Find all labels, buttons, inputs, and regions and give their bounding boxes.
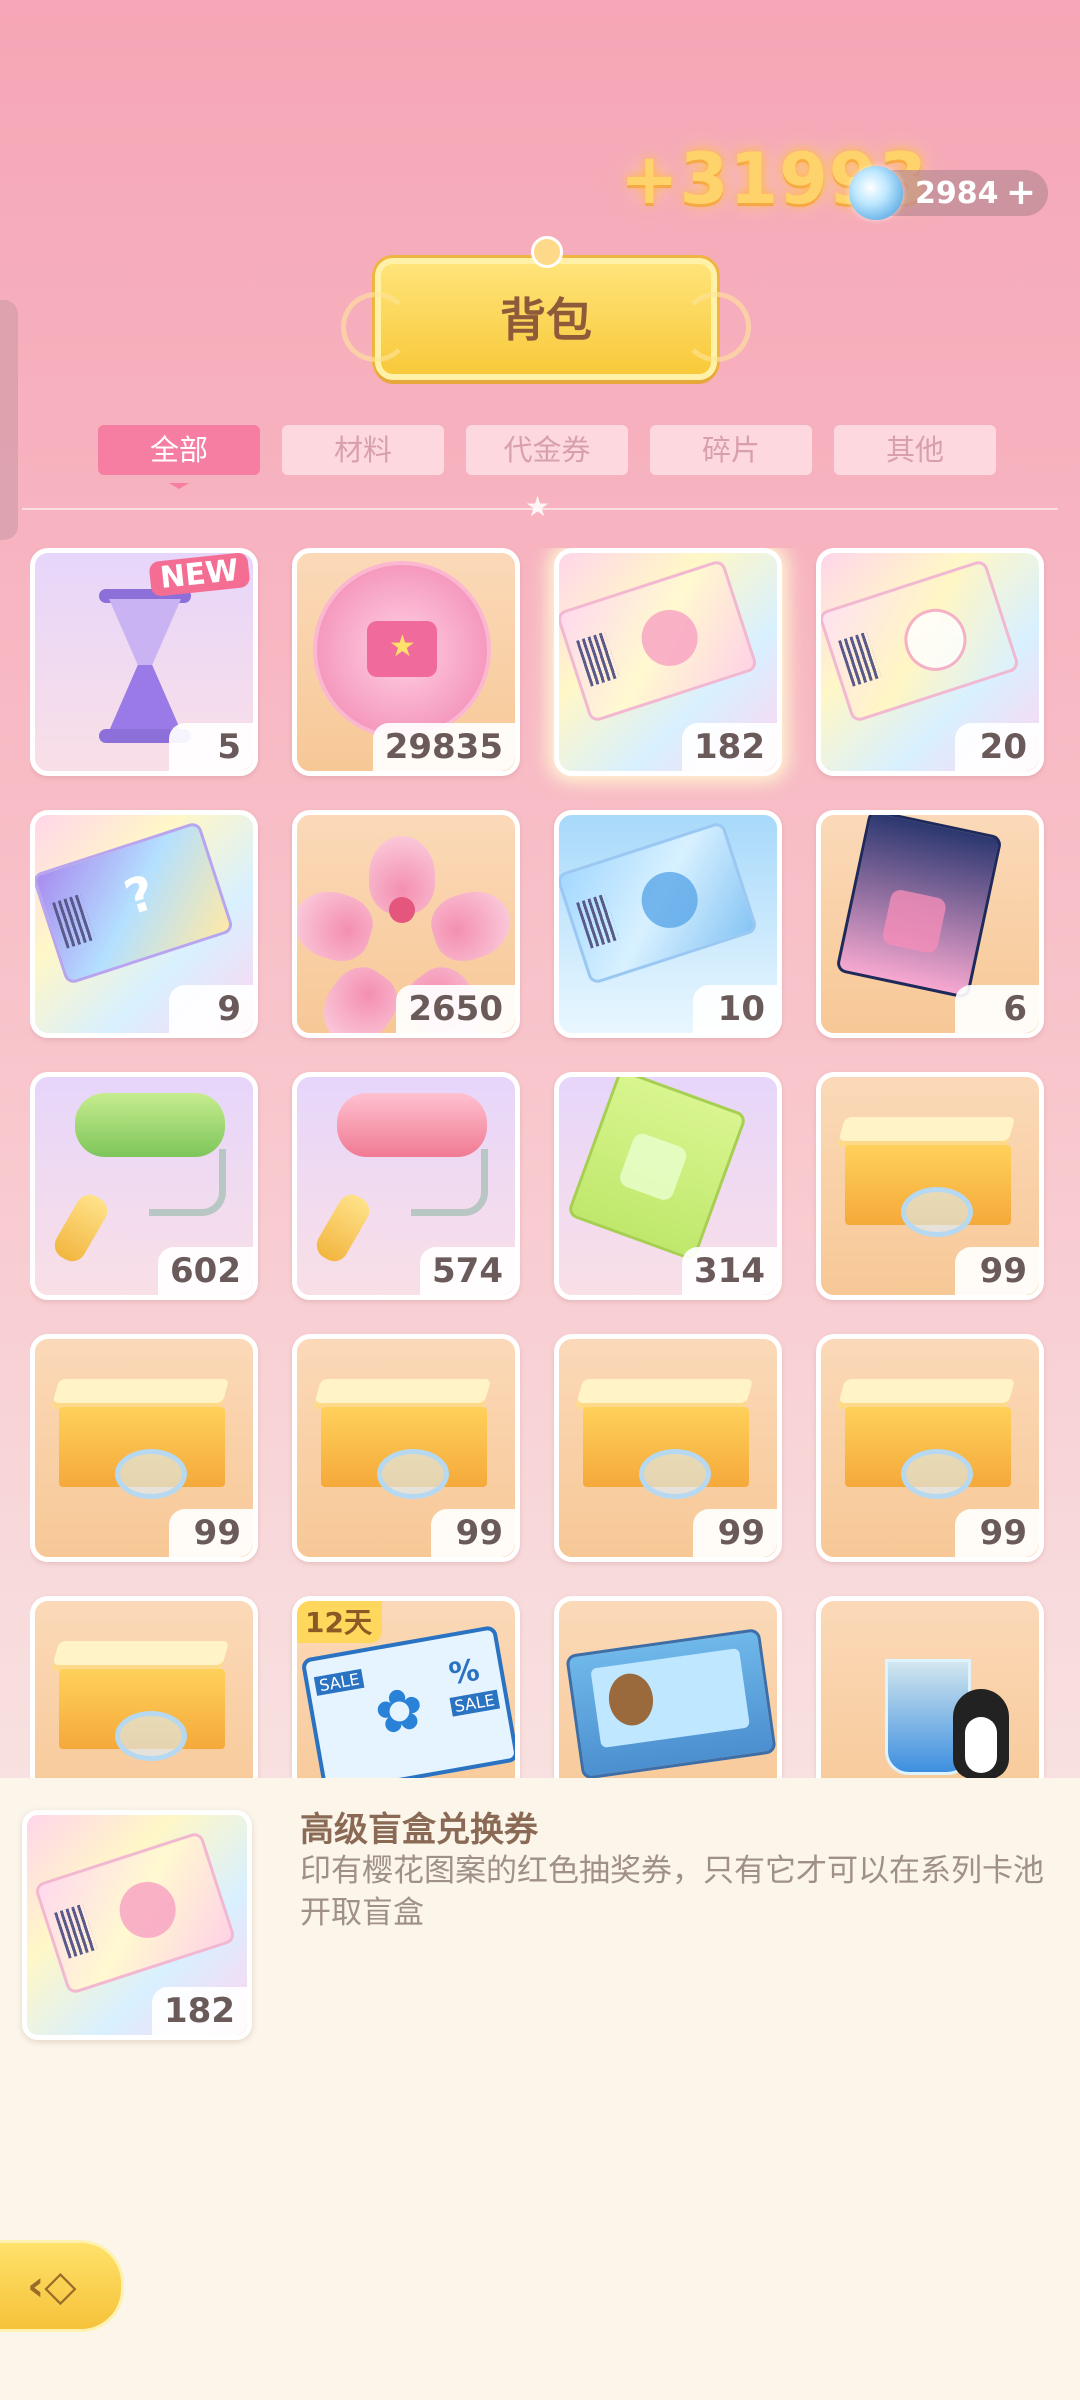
item-count: 2650 <box>396 985 515 1033</box>
inventory-item[interactable]: 99 <box>816 1334 1044 1562</box>
item-count: 314 <box>682 1247 777 1295</box>
inventory-item[interactable]: ★ 29835 <box>292 548 520 776</box>
item-count: 99 <box>431 1509 515 1557</box>
inventory-item[interactable] <box>816 1596 1044 1778</box>
rainbow-ticket-icon <box>821 558 1021 724</box>
pink-coin-icon: ★ <box>313 561 491 739</box>
puzzle-box-icon <box>565 1627 777 1778</box>
detail-item-count: 182 <box>152 1987 247 2035</box>
item-count: 574 <box>420 1247 515 1295</box>
tab-vouchers[interactable]: 代金券 <box>466 425 628 475</box>
inventory-item[interactable]: 602 <box>30 1072 258 1300</box>
discount-voucher-icon: ✿ SALE % SALE <box>300 1624 515 1778</box>
side-drawer-handle[interactable] <box>0 300 18 540</box>
item-count: 9 <box>169 985 253 1033</box>
inventory-item[interactable] <box>554 1596 782 1778</box>
tab-fragments[interactable]: 碎片 <box>650 425 812 475</box>
gift-box-icon <box>574 1379 759 1499</box>
item-detail-panel: 182 高级盲盒兑换券 印有樱花图案的红色抽奖券，只有它才可以在系列卡池开取盲盒 <box>0 1778 1080 2400</box>
add-gem-button[interactable]: + <box>1006 172 1036 213</box>
inventory-grid: NEW 5 ★ 29835 182 20 ? 9 2650 10 6 602 5… <box>30 548 1050 1778</box>
mystery-ticket-icon: ? <box>35 820 235 986</box>
item-count: 20 <box>955 723 1039 771</box>
item-count: 99 <box>955 1247 1039 1295</box>
inventory-item[interactable]: 99 <box>292 1334 520 1562</box>
voucher-sale-label: SALE <box>449 1689 501 1717</box>
hourglass-icon <box>63 577 223 743</box>
inventory-item[interactable]: 10 <box>554 810 782 1038</box>
inventory-item[interactable]: 99 <box>816 1072 1044 1300</box>
voucher-sale-label: SALE <box>313 1668 365 1696</box>
inventory-item[interactable]: 20 <box>816 548 1044 776</box>
plate-gem-icon <box>531 236 563 268</box>
tab-all[interactable]: 全部 <box>98 425 260 489</box>
gem-amount: 2984 <box>915 176 999 211</box>
item-count: 602 <box>158 1247 253 1295</box>
item-count: 99 <box>169 1509 253 1557</box>
expiry-badge: 12天 <box>297 1601 382 1643</box>
gift-box-icon <box>836 1379 1021 1499</box>
gem-currency-bar: 2984 + <box>849 166 1048 220</box>
new-badge: NEW <box>148 553 251 598</box>
green-ticket-icon <box>566 1077 748 1262</box>
inventory-item[interactable]: 6 <box>816 810 1044 1038</box>
item-count: 29835 <box>372 723 515 771</box>
divider-star-icon: ★ <box>525 490 551 523</box>
tab-materials[interactable]: 材料 <box>282 425 444 475</box>
blue-ticket-icon <box>559 820 759 986</box>
back-button[interactable]: ‹◇ <box>0 2240 124 2332</box>
detail-item-name: 高级盲盒兑换券 <box>300 1810 538 1850</box>
gem-icon <box>849 166 903 220</box>
back-arrow-icon: ‹◇ <box>27 2261 77 2310</box>
inventory-item-selected[interactable]: 182 <box>554 548 782 776</box>
gift-box-icon <box>50 1379 235 1499</box>
detail-item-thumbnail: 182 <box>22 1810 252 2040</box>
detail-item-description: 印有樱花图案的红色抽奖券，只有它才可以在系列卡池开取盲盒 <box>300 1853 1044 1931</box>
premium-blindbox-ticket-icon <box>559 558 759 724</box>
inventory-item[interactable]: ? 9 <box>30 810 258 1038</box>
gift-box-icon <box>312 1379 497 1499</box>
inventory-item[interactable]: 314 <box>554 1072 782 1300</box>
item-count: 10 <box>693 985 777 1033</box>
item-count: 5 <box>169 723 253 771</box>
gift-box-icon <box>50 1641 235 1761</box>
inventory-item[interactable]: NEW 5 <box>30 548 258 776</box>
inventory-item[interactable]: 2650 <box>292 810 520 1038</box>
page-title: 背包 <box>500 293 592 347</box>
item-count: 99 <box>693 1509 777 1557</box>
sakura-flower-icon <box>297 825 515 1033</box>
inventory-item[interactable]: 99 <box>30 1334 258 1562</box>
item-count: 6 <box>955 985 1039 1033</box>
inventory-item[interactable] <box>30 1596 258 1778</box>
pink-roller-icon <box>311 1093 491 1267</box>
clover-icon: ✿ <box>369 1673 430 1749</box>
green-roller-icon <box>49 1093 229 1267</box>
premium-blindbox-ticket-icon <box>33 1830 237 1996</box>
inventory-item[interactable]: 574 <box>292 1072 520 1300</box>
gift-box-icon <box>836 1117 1021 1237</box>
item-count: 99 <box>955 1509 1039 1557</box>
item-count: 182 <box>682 723 777 771</box>
page-title-plate: 背包 <box>341 236 751 380</box>
inventory-item[interactable]: ✿ SALE % SALE 12天 <box>292 1596 520 1778</box>
tab-others[interactable]: 其他 <box>834 425 996 475</box>
navy-ticket-icon <box>835 815 1003 1000</box>
voucher-percent-label: % <box>446 1652 483 1693</box>
inventory-item[interactable]: 99 <box>554 1334 782 1562</box>
blue-drink-penguin-icon <box>849 1619 1019 1778</box>
